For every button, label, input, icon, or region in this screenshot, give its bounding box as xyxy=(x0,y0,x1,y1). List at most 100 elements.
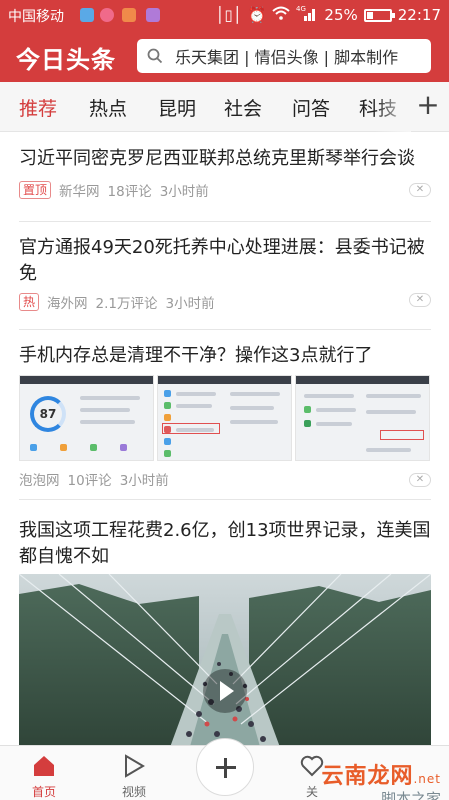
thumb-row xyxy=(366,410,416,414)
plus-icon xyxy=(224,758,227,778)
carrier-name: 中国移动 xyxy=(8,9,64,25)
search-bar[interactable]: 乐天集团 | 情侣头像 | 脚本制作 xyxy=(137,39,431,73)
thumb-row xyxy=(316,408,356,412)
status-bar: 中国移动 │▯│ ⏰ 4G 25% 22:17 xyxy=(0,0,449,30)
alarm-icon: ⏰ xyxy=(247,6,267,24)
tabs-fade xyxy=(375,82,411,132)
news-item[interactable]: 我国这项工程花费2.6亿，创13项世界记录，连美国都自愧不如 xyxy=(19,518,431,750)
wifi-icon xyxy=(272,6,291,24)
tab-society[interactable]: 社会 xyxy=(224,94,262,121)
play-icon[interactable] xyxy=(203,669,247,713)
thumb-icon xyxy=(30,444,37,451)
thumb-row xyxy=(316,422,352,426)
publish-button[interactable] xyxy=(196,738,254,796)
watermark-main: 云南龙网 xyxy=(321,764,414,789)
thumb-statusbar xyxy=(158,376,291,384)
thumb-highlight xyxy=(380,430,424,440)
thumb-row xyxy=(230,392,280,396)
dislike-close-icon[interactable]: ✕ xyxy=(409,473,431,487)
thumb-row xyxy=(80,420,135,424)
vibrate-icon: │▯│ xyxy=(215,6,242,24)
app-logo: 今日头条 xyxy=(16,46,116,74)
thumb-row xyxy=(366,394,421,398)
news-comments: 10评论 xyxy=(67,473,112,489)
news-meta: 热 海外网 2.1万评论 3小时前 xyxy=(19,292,431,312)
thumb-statusbar xyxy=(296,376,429,384)
thumb-statusbar xyxy=(20,376,153,384)
news-source: 新华网 xyxy=(59,184,100,200)
thumb-icon xyxy=(304,406,311,413)
thumb-icon xyxy=(120,444,127,451)
nav-video[interactable]: 视频 xyxy=(104,746,164,800)
news-title[interactable]: 官方通报49天20死托养中心处理进展：县委书记被免 xyxy=(19,235,431,287)
dislike-close-icon[interactable]: ✕ xyxy=(409,293,431,307)
search-placeholder: 乐天集团 | 情侣头像 | 脚本制作 xyxy=(175,48,399,67)
channel-tabs: 推荐 热点 昆明 社会 问答 科技 + xyxy=(0,82,449,132)
news-time: 3小时前 xyxy=(159,184,209,200)
search-icon xyxy=(147,48,163,64)
add-channel-button[interactable]: + xyxy=(411,88,445,124)
thumbnail-image[interactable] xyxy=(157,375,292,461)
news-meta: 泡泡网 10评论 3小时前 xyxy=(19,469,431,489)
thumb-row xyxy=(304,394,354,398)
news-item[interactable]: 手机内存总是清理不干净？操作这3点就行了 87 泡泡网 10评论 3小时前 ✕ xyxy=(19,343,431,500)
tab-hot[interactable]: 热点 xyxy=(89,94,127,121)
heart-icon xyxy=(300,755,324,777)
thumbnail-image[interactable]: 87 xyxy=(19,375,154,461)
watermark-suffix: .net xyxy=(413,772,441,786)
network-type: 4G xyxy=(296,5,306,13)
news-time: 3小时前 xyxy=(119,473,169,489)
thumb-icon xyxy=(164,438,171,445)
thumbnail-image[interactable] xyxy=(295,375,430,461)
hot-badge: 热 xyxy=(19,293,40,311)
video-thumbnail[interactable] xyxy=(19,574,431,750)
thumb-row xyxy=(230,406,274,410)
thumb-icon xyxy=(90,444,97,451)
notification-icon xyxy=(80,8,94,22)
thumb-row xyxy=(176,404,212,408)
pinned-badge: 置顶 xyxy=(19,181,52,199)
battery-percent: 25% xyxy=(324,6,358,24)
nav-home[interactable]: 首页 xyxy=(14,746,74,800)
signal-icon: 4G xyxy=(296,5,318,25)
app-header: 今日头条 乐天集团 | 情侣头像 | 脚本制作 xyxy=(0,30,449,82)
thumb-icon xyxy=(164,414,171,421)
news-item[interactable]: 官方通报49天20死托养中心处理进展：县委书记被免 热 海外网 2.1万评论 3… xyxy=(19,235,431,330)
news-time: 3小时前 xyxy=(165,296,215,312)
thumb-row xyxy=(230,420,278,424)
glass-bridge-image xyxy=(19,574,431,750)
thumb-highlight xyxy=(162,423,220,434)
news-title[interactable]: 手机内存总是清理不干净？操作这3点就行了 xyxy=(19,343,431,369)
thumb-row xyxy=(80,396,140,400)
thumb-icon xyxy=(164,402,171,409)
news-comments: 2.1万评论 xyxy=(95,296,158,312)
news-source: 海外网 xyxy=(47,296,88,312)
news-item[interactable]: 习近平同密克罗尼西亚联邦总统克里斯琴举行会谈 置顶 新华网 18评论 3小时前 … xyxy=(19,146,431,222)
battery-icon xyxy=(363,8,395,22)
news-comments: 18评论 xyxy=(107,184,152,200)
thumb-icon xyxy=(164,450,171,457)
news-title[interactable]: 习近平同密克罗尼西亚联邦总统克里斯琴举行会谈 xyxy=(19,146,431,172)
tab-recommend[interactable]: 推荐 xyxy=(19,94,57,121)
storage-gauge: 87 xyxy=(30,396,66,432)
video-play-icon xyxy=(125,754,145,778)
nav-home-label: 首页 xyxy=(31,785,56,799)
thumb-row xyxy=(176,392,216,396)
thumb-icon xyxy=(304,420,311,427)
thumb-row xyxy=(80,408,130,412)
nav-video-label: 视频 xyxy=(121,785,146,799)
battery-fill xyxy=(366,11,373,19)
news-title[interactable]: 我国这项工程花费2.6亿，创13项世界记录，连美国都自愧不如 xyxy=(19,518,431,570)
tab-qa[interactable]: 问答 xyxy=(292,94,330,121)
thumb-icon xyxy=(60,444,67,451)
dislike-close-icon[interactable]: ✕ xyxy=(409,183,431,197)
tab-kunming[interactable]: 昆明 xyxy=(158,94,196,121)
notification-icon xyxy=(146,8,160,22)
home-icon xyxy=(34,756,54,776)
news-thumbnails[interactable]: 87 xyxy=(19,375,431,461)
notification-icon xyxy=(100,8,114,22)
watermark: 云南龙网.net 脚本之家 xyxy=(321,758,441,800)
clock: 22:17 xyxy=(397,6,441,24)
notification-icon xyxy=(122,8,136,22)
news-source: 泡泡网 xyxy=(19,473,60,489)
